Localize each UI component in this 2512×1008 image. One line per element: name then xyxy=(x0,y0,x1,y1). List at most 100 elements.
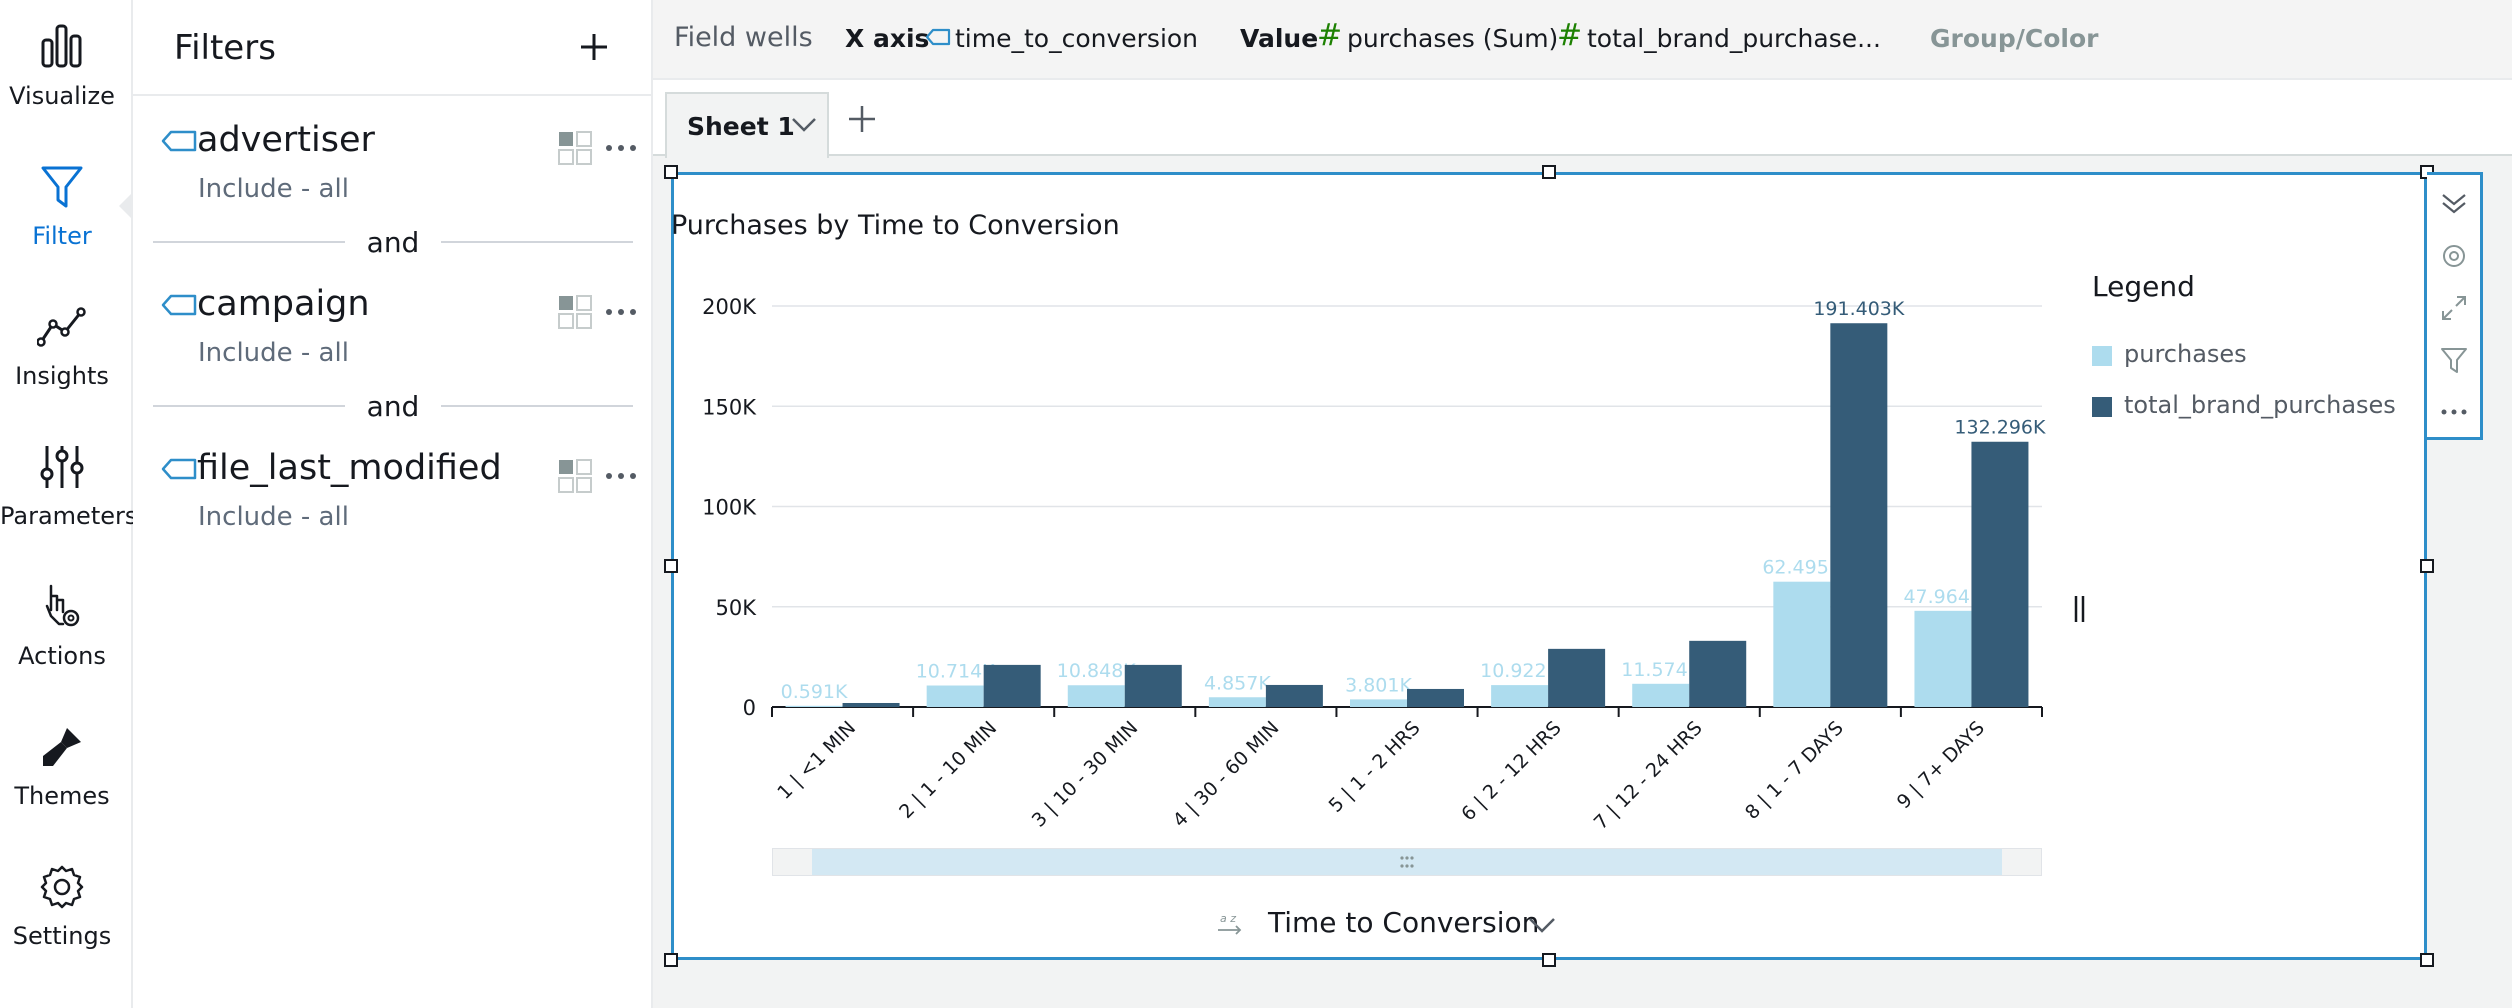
legend-title: Legend xyxy=(2092,270,2195,303)
grip-icon xyxy=(1400,856,1414,868)
brush-icon xyxy=(43,728,81,766)
collapse-icon[interactable] xyxy=(2439,189,2469,219)
filter-scope-icon[interactable] xyxy=(557,130,593,166)
resize-handle[interactable] xyxy=(1542,165,1556,179)
rail-item-actions[interactable]: Actions xyxy=(0,560,124,680)
data-label: 4.857K xyxy=(1204,672,1271,694)
rail-item-themes[interactable]: Themes xyxy=(0,700,124,820)
y-tick-label: 50K xyxy=(716,596,758,620)
sheet-tab-bar: Sheet 1 xyxy=(653,80,2512,158)
rail-item-parameters[interactable]: Parameters xyxy=(0,420,138,540)
filter-scope-icon[interactable] xyxy=(557,294,593,330)
filter-item-file-last-modified[interactable]: file_last_modified Include - all xyxy=(153,444,636,564)
data-label: 10.848K xyxy=(1057,660,1136,682)
data-label: 47.964K xyxy=(1903,586,1982,608)
hand-gear-icon xyxy=(45,584,80,627)
gear-icon[interactable] xyxy=(2439,241,2469,271)
divider xyxy=(441,241,633,243)
group-color-well-label[interactable]: Group/Color xyxy=(1930,24,2098,53)
resize-handle[interactable] xyxy=(2420,953,2434,967)
x-tick-label: 5 | 1 - 2 HRS xyxy=(1325,717,1425,817)
funnel-icon xyxy=(41,166,83,208)
legend-label: total_brand_purchases xyxy=(2124,391,2396,419)
data-label: 10.922K xyxy=(1480,660,1559,682)
y-tick-label: 100K xyxy=(702,496,757,520)
chevron-down-icon[interactable] xyxy=(791,116,817,134)
filter-scope-icon[interactable] xyxy=(557,458,593,494)
bar-total-brand-purchases xyxy=(983,664,1041,707)
value-field-total-brand-purchases[interactable]: total_brand_purchase... xyxy=(1587,24,1881,53)
measure-hash-icon: # xyxy=(1557,18,1583,53)
x-tick-label: 4 | 30 - 60 MIN xyxy=(1169,717,1284,832)
measure-hash-icon: # xyxy=(1317,18,1343,53)
filter-name: campaign xyxy=(197,284,370,324)
x-axis-title: Time to Conversion xyxy=(1268,906,1540,939)
data-label: 3.801K xyxy=(1345,674,1412,696)
filter-name: advertiser xyxy=(197,120,375,160)
bar-purchases xyxy=(1350,699,1407,707)
more-options-icon[interactable] xyxy=(2439,397,2469,427)
x-axis-field[interactable]: time_to_conversion xyxy=(955,24,1198,53)
sliders-icon xyxy=(40,446,84,488)
resize-handle[interactable] xyxy=(1542,953,1556,967)
bar-purchases xyxy=(1632,683,1690,707)
bar-purchases xyxy=(1914,610,1972,707)
rail-item-filter[interactable]: Filter xyxy=(0,140,124,260)
rail-item-visualize[interactable]: Visualize xyxy=(0,0,124,120)
more-options-icon[interactable] xyxy=(601,130,641,166)
plus-icon[interactable] xyxy=(845,102,879,136)
filters-panel: Filters advertiser Include - all and cam… xyxy=(133,0,653,1008)
funnel-icon[interactable] xyxy=(2439,345,2469,375)
bar-purchases xyxy=(785,705,843,707)
and-connector: and xyxy=(153,222,633,262)
filter-name: file_last_modified xyxy=(197,448,502,488)
sheet-tab[interactable]: Sheet 1 xyxy=(665,92,829,158)
dimension-tag-icon xyxy=(161,294,197,316)
and-connector: and xyxy=(153,386,633,426)
y-tick-label: 150K xyxy=(702,395,757,419)
rail-item-label: Insights xyxy=(15,362,109,390)
bar-purchases xyxy=(1208,697,1266,707)
visual-title[interactable]: Purchases by Time to Conversion xyxy=(671,210,1120,241)
filter-condition: Include - all xyxy=(198,502,349,532)
value-well-label: Value xyxy=(1240,24,1319,53)
filter-item-campaign[interactable]: campaign Include - all xyxy=(153,280,636,400)
expand-icon[interactable] xyxy=(2439,293,2469,323)
gear-icon xyxy=(40,865,84,909)
filter-item-advertiser[interactable]: advertiser Include - all xyxy=(153,116,636,236)
bar-total-brand-purchases xyxy=(842,702,900,707)
bar-total-brand-purchases xyxy=(1265,684,1323,707)
rail-item-insights[interactable]: Insights xyxy=(0,280,124,400)
chevron-down-icon[interactable] xyxy=(1528,916,1556,934)
active-indicator xyxy=(119,192,133,220)
bar-purchases xyxy=(1773,581,1831,707)
bar-total-brand-purchases xyxy=(1971,441,2029,707)
more-options-icon[interactable] xyxy=(601,294,641,330)
value-field-purchases[interactable]: purchases (Sum) xyxy=(1347,24,1558,53)
x-tick-label: 7 | 12 - 24 HRS xyxy=(1590,717,1707,834)
sort-az-icon[interactable]: a z xyxy=(1216,912,1244,938)
svg-text:a z: a z xyxy=(1220,912,1236,925)
bar-purchases xyxy=(1067,685,1125,707)
bar-total-brand-purchases xyxy=(1830,323,1888,707)
legend-swatch xyxy=(2092,397,2112,417)
resize-handle[interactable] xyxy=(664,953,678,967)
rail-item-label: Visualize xyxy=(9,82,115,110)
bar-total-brand-purchases xyxy=(1124,664,1182,707)
legend-resize-handle[interactable] xyxy=(2072,596,2088,622)
field-wells-bar[interactable]: Field wells X axis time_to_conversion Va… xyxy=(653,0,2512,80)
data-label: 191.403K xyxy=(1813,298,1905,320)
plus-icon[interactable] xyxy=(569,22,619,72)
bar-purchases xyxy=(926,685,984,707)
rail-item-label: Filter xyxy=(32,222,92,250)
y-tick-label: 200K xyxy=(702,295,757,319)
dimension-tag-icon xyxy=(925,28,951,46)
resize-handle[interactable] xyxy=(664,165,678,179)
x-tick-label: 3 | 10 - 30 MIN xyxy=(1028,717,1143,832)
rail-item-settings[interactable]: Settings xyxy=(0,840,124,960)
data-label: 11.574K xyxy=(1621,659,1700,681)
rail-item-label: Parameters xyxy=(0,502,138,530)
more-options-icon[interactable] xyxy=(601,458,641,494)
data-label: 62.495K xyxy=(1762,557,1841,579)
resize-handle[interactable] xyxy=(2420,559,2434,573)
